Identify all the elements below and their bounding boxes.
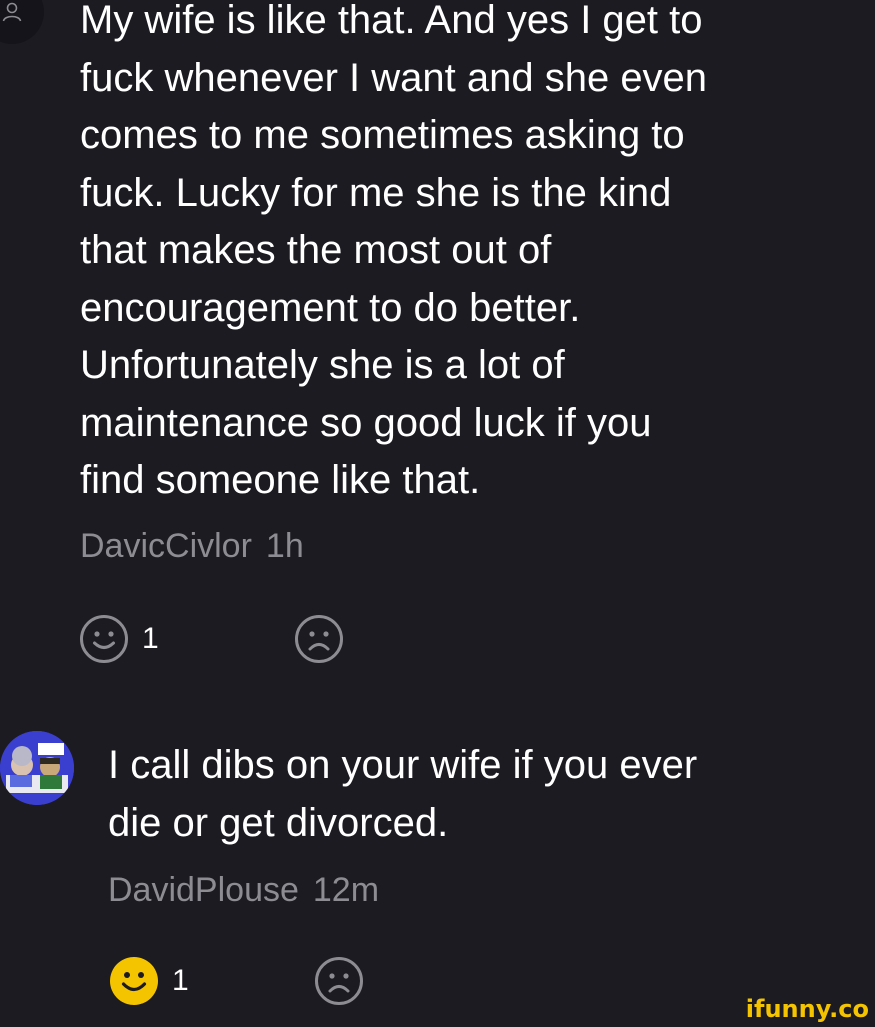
comment-meta: DavidPlouse 12m [108,871,379,910]
cartoon-avatar-icon [0,731,74,805]
timestamp: 1h [265,527,304,565]
username[interactable]: DavidPlouse [108,871,299,909]
smile-button[interactable]: 1 [108,955,189,1007]
username[interactable]: DavicCivlor [80,527,252,565]
comment-meta: DavicCivlor 1h [80,527,304,566]
comment-text: My wife is like that. And yes I get to f… [80,0,708,502]
comment-text: I call dibs on your wife if you ever die… [108,743,698,845]
timestamp: 12m [312,871,380,909]
smile-icon [110,957,158,1005]
avatar[interactable] [0,731,74,805]
reactions: 1 [78,613,345,665]
smile-count: 1 [172,964,189,997]
avatar[interactable] [0,0,44,44]
unsmile-button[interactable] [293,613,345,665]
smile-button[interactable]: 1 [78,613,159,665]
user-silhouette-icon [2,2,22,22]
reactions: 1 [108,955,365,1007]
watermark-logo: ifunny.co [745,995,869,1023]
sad-face-icon [314,957,363,1005]
unsmile-button[interactable] [313,955,365,1007]
sad-face-icon [294,615,343,663]
smile-icon [80,615,128,663]
smile-count: 1 [142,622,159,655]
